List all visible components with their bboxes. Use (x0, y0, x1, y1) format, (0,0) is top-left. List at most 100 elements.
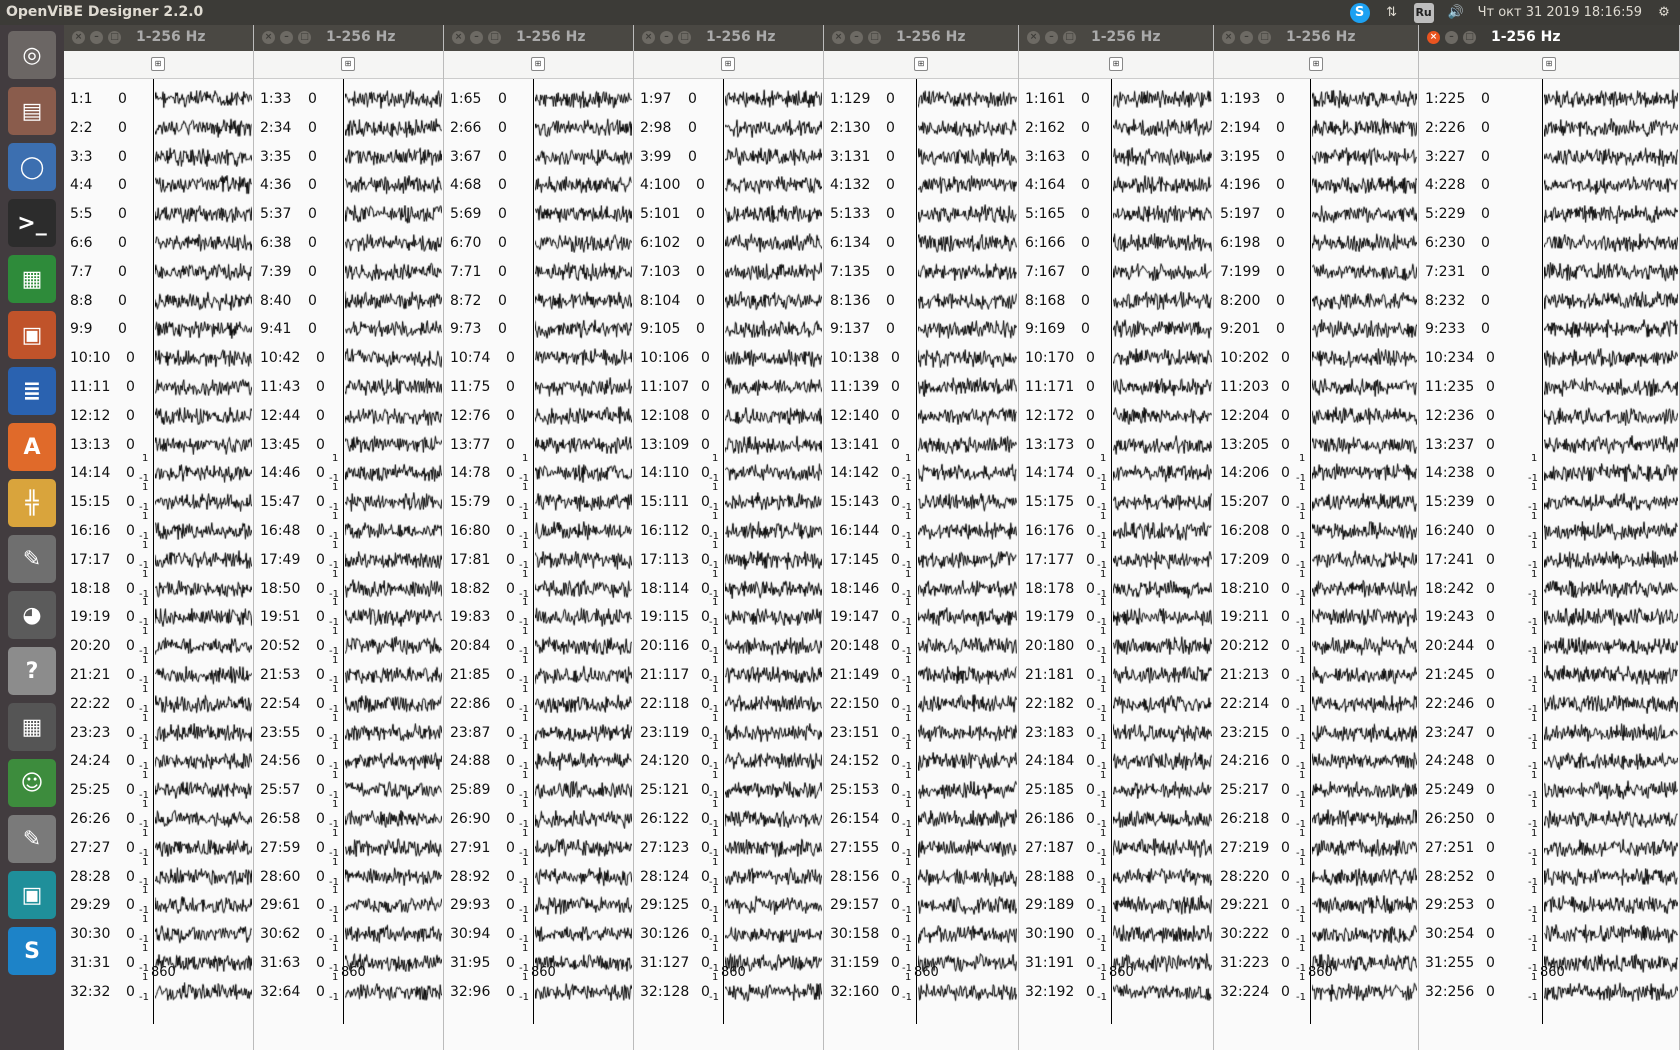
window-titlebar[interactable]: × – □ 1-256 Hz (1214, 25, 1418, 51)
window-minimize-button[interactable]: – (660, 31, 673, 44)
window-maximize-button[interactable]: □ (1463, 31, 1476, 44)
channel-scale-max: 1 (905, 539, 912, 551)
channel-label: 24:120 (640, 753, 690, 770)
window-titlebar[interactable]: × – □ 1-256 Hz (634, 25, 823, 51)
channel-scale-max: 1 (905, 856, 912, 868)
app-window-icon[interactable]: ▣ (8, 871, 56, 919)
openvibe-designer-icon[interactable]: ╬ (8, 479, 56, 527)
text-editor-icon[interactable]: ✎ (8, 815, 56, 863)
channel-row: 28:28 0 1 -1 (64, 857, 253, 891)
channel-scale-max: 1 (712, 712, 719, 724)
window-close-button[interactable]: × (1427, 31, 1440, 44)
window-title: 1-256 Hz (896, 29, 966, 45)
window-maximize-button[interactable]: □ (1258, 31, 1271, 44)
toolbar-settings-button[interactable]: ⊞ (721, 57, 735, 71)
channel-signal-trace (725, 171, 822, 200)
channel-signal-trace (918, 862, 1017, 891)
impress-icon[interactable]: ▣ (8, 311, 56, 359)
session-gear-icon[interactable]: ⚙ (1654, 3, 1674, 23)
channel-scale-max: 1 (905, 943, 912, 954)
channel-label: 30:158 (830, 926, 880, 943)
system-settings-icon[interactable]: ✎ (8, 535, 56, 583)
channel-label: 14:142 (830, 465, 880, 482)
channel-value-zero: 0 (1086, 465, 1095, 482)
channel-row: 12:108 0 (634, 400, 823, 430)
channel-row: 15:143 0 1 -1 (824, 482, 1018, 517)
channel-signal-trace (725, 517, 822, 545)
window-titlebar[interactable]: × – □ 1-256 Hz (1019, 25, 1213, 51)
window-minimize-button[interactable]: – (1445, 31, 1458, 44)
window-minimize-button[interactable]: – (280, 31, 293, 44)
channel-row: 27:59 0 1 -1 (254, 828, 443, 862)
window-maximize-button[interactable]: □ (678, 31, 691, 44)
toolbar-settings-button[interactable]: ⊞ (1542, 57, 1556, 71)
channel-value-zero: 0 (1486, 465, 1495, 482)
window-titlebar[interactable]: × – □ 1-256 Hz (824, 25, 1018, 51)
channel-signal-trace (918, 805, 1017, 833)
window-minimize-button[interactable]: – (1045, 31, 1058, 44)
calc-spreadsheet-icon[interactable]: ▦ (8, 255, 56, 303)
window-minimize-button[interactable]: – (90, 31, 103, 44)
channel-signal-trace (535, 373, 632, 401)
window-close-button[interactable]: × (262, 31, 275, 44)
window-close-button[interactable]: × (1027, 31, 1040, 44)
window-titlebar[interactable]: × – □ 1-256 Hz (254, 25, 443, 51)
channel-signal-trace (155, 718, 252, 747)
window-titlebar[interactable]: × – □ 1-256 Hz (64, 25, 253, 51)
window-close-button[interactable]: × (72, 31, 85, 44)
channel-value-zero: 0 (1481, 91, 1490, 107)
terminal-icon[interactable]: >_ (8, 199, 56, 247)
channel-value-zero: 0 (498, 263, 507, 280)
channel-label: 29:157 (830, 897, 880, 914)
channel-row: 13:77 0 (444, 429, 633, 459)
writer-icon[interactable]: ≣ (8, 367, 56, 415)
clock[interactable]: Чт окт 31 2019 18:16:59 (1478, 5, 1642, 20)
window-close-button[interactable]: × (642, 31, 655, 44)
gimp-icon[interactable]: ◕ (8, 591, 56, 639)
window-maximize-button[interactable]: □ (298, 31, 311, 44)
window-close-button[interactable]: × (832, 31, 845, 44)
skype-launcher-icon[interactable]: S (8, 927, 56, 975)
channel-scale-max: 1 (1299, 597, 1306, 609)
window-titlebar[interactable]: × – □ 1-256 Hz (444, 25, 633, 51)
skype-tray-icon[interactable]: S (1349, 2, 1370, 23)
channel-scale-max: 1 (142, 827, 149, 839)
channel-value-zero: 0 (126, 379, 135, 395)
window-minimize-button[interactable]: – (850, 31, 863, 44)
network-icon[interactable]: ⇅ (1382, 3, 1402, 23)
window-close-button[interactable]: × (452, 31, 465, 44)
channel-label: 7:71 (450, 263, 482, 280)
files-icon[interactable]: ▤ (8, 87, 56, 135)
toolbar-settings-button[interactable]: ⊞ (151, 57, 165, 71)
channel-row: 25:121 0 1 -1 (634, 770, 823, 805)
toolbar-settings-button[interactable]: ⊞ (1309, 57, 1323, 71)
window-minimize-button[interactable]: – (470, 31, 483, 44)
channel-value-zero: 0 (316, 897, 325, 914)
window-minimize-button[interactable]: – (1240, 31, 1253, 44)
channel-signal-trace (1544, 862, 1678, 891)
keyboard-layout-indicator[interactable]: Ru (1413, 2, 1434, 23)
ubuntu-dash-icon[interactable]: ◎ (8, 31, 56, 79)
chromium-icon[interactable]: ◯ (8, 143, 56, 191)
volume-icon[interactable]: 🔊 (1446, 3, 1466, 23)
channel-value-zero: 0 (886, 263, 895, 280)
channel-label: 1:1 (70, 91, 93, 107)
window-maximize-button[interactable]: □ (488, 31, 501, 44)
monkey-app-icon[interactable]: ☺ (8, 759, 56, 807)
help-icon[interactable]: ? (8, 647, 56, 695)
window-close-button[interactable]: × (1222, 31, 1235, 44)
software-center-icon[interactable]: A (8, 423, 56, 471)
channel-scale-max: 1 (332, 626, 339, 638)
calculator-icon[interactable]: ▦ (8, 703, 56, 751)
toolbar-settings-button[interactable]: ⊞ (1109, 57, 1123, 71)
window-maximize-button[interactable]: □ (1063, 31, 1076, 44)
window-maximize-button[interactable]: □ (868, 31, 881, 44)
channel-label: 32:128 (640, 983, 690, 1000)
toolbar-settings-button[interactable]: ⊞ (914, 57, 928, 71)
window-titlebar[interactable]: × – □ 1-256 Hz (1419, 25, 1679, 51)
toolbar-settings-button[interactable]: ⊞ (341, 57, 355, 71)
top-panel: OpenViBE Designer 2.2.0 S ⇅ Ru 🔊 Чт окт … (0, 0, 1680, 25)
toolbar-settings-button[interactable]: ⊞ (531, 57, 545, 71)
window-maximize-button[interactable]: □ (108, 31, 121, 44)
channel-signal-trace (345, 891, 442, 920)
